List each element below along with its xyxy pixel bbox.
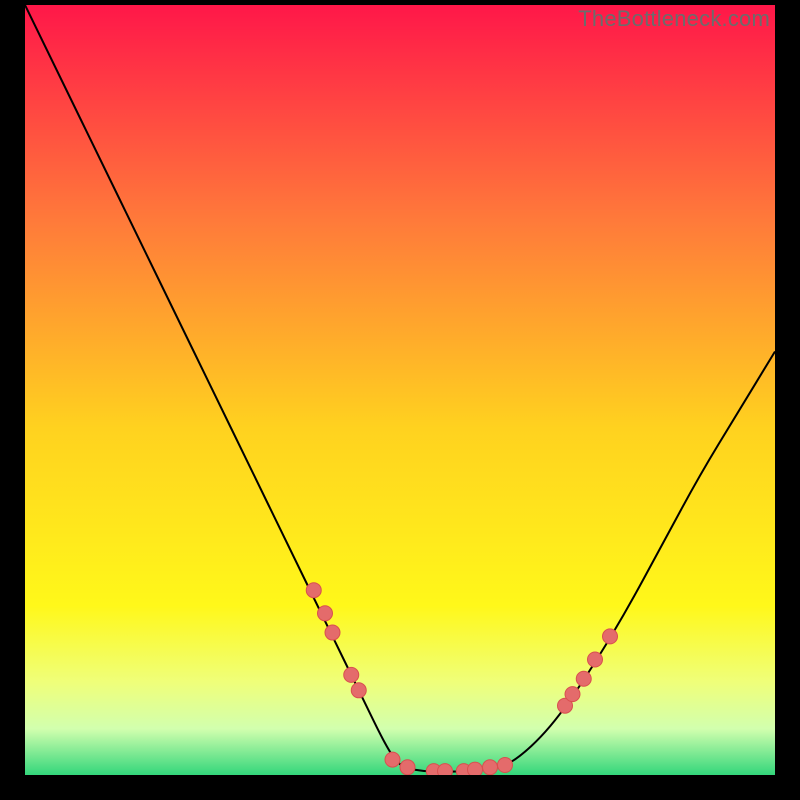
curve-marker <box>385 752 400 767</box>
watermark-text: TheBottleneck.com <box>578 6 770 32</box>
curve-marker <box>325 625 340 640</box>
plot-svg <box>25 5 775 775</box>
curve-marker <box>498 757 513 772</box>
curve-marker <box>306 583 321 598</box>
curve-marker <box>344 667 359 682</box>
curve-marker <box>438 764 453 775</box>
curve-marker <box>588 652 603 667</box>
curve-marker <box>468 762 483 775</box>
curve-marker <box>351 683 366 698</box>
curve-marker <box>603 629 618 644</box>
curve-marker <box>483 760 498 775</box>
gradient-background <box>25 5 775 775</box>
curve-marker <box>565 687 580 702</box>
curve-marker <box>400 760 415 775</box>
plot-area <box>25 5 775 775</box>
curve-marker <box>576 671 591 686</box>
chart-frame: { "watermark": "TheBottleneck.com", "col… <box>0 0 800 800</box>
curve-marker <box>318 606 333 621</box>
